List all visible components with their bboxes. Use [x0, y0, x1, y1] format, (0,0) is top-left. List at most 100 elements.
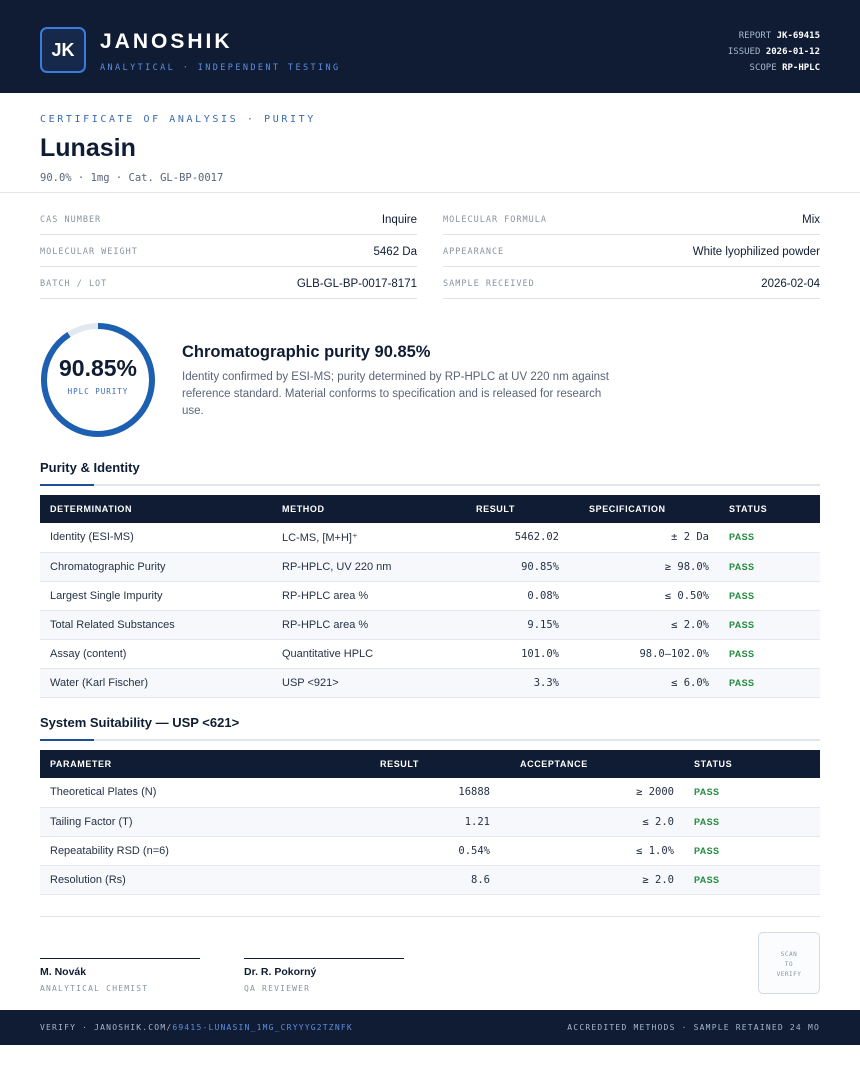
- table-row: Repeatability RSD (n=6) 0.54% ≤ 1.0% PAS…: [40, 836, 820, 866]
- section-title-purity-identity: Purity & Identity: [40, 460, 140, 475]
- brand-tagline: ANALYTICAL · INDEPENDENT TESTING: [100, 63, 341, 73]
- info-label: SAMPLE RECEIVED: [443, 279, 535, 289]
- status-badge: PASS: [684, 807, 820, 837]
- info-label: MOLECULAR FORMULA: [443, 215, 547, 225]
- info-value: Mix: [802, 214, 820, 226]
- scope-label: SCOPE: [749, 63, 777, 73]
- column-header: SPECIFICATION: [569, 495, 719, 523]
- qr-text: TO: [784, 961, 794, 968]
- info-label: BATCH / LOT: [40, 279, 108, 289]
- cell-acceptance: ≤ 2.0: [500, 807, 684, 837]
- status-badge: PASS: [719, 581, 820, 611]
- table-row: Chromatographic Purity RP-HPLC, UV 220 n…: [40, 552, 820, 582]
- status-badge: PASS: [719, 552, 820, 582]
- table-header-row: DETERMINATION METHOD RESULT SPECIFICATIO…: [40, 495, 820, 523]
- cell-method: RP-HPLC area %: [272, 581, 432, 611]
- section-rule-accent: [40, 739, 94, 741]
- signature-role: QA REVIEWER: [244, 984, 311, 993]
- issued-date: 2026-01-12: [765, 47, 820, 57]
- table-row: Total Related Substances RP-HPLC area % …: [40, 610, 820, 640]
- cell-result: 9.15%: [432, 610, 569, 640]
- cell-result: 16888: [350, 778, 500, 808]
- status-badge: PASS: [719, 523, 820, 553]
- verify-text: VERIFY · JANOSHIK.COM/69415-LUNASIN_1MG_…: [40, 1023, 353, 1032]
- header-bar: JK JANOSHIK ANALYTICAL · INDEPENDENT TES…: [0, 0, 860, 93]
- signature-name: Dr. R. Pokorný: [244, 966, 317, 978]
- page-title: Lunasin: [40, 134, 136, 162]
- qr-text: VERIFY: [776, 971, 802, 978]
- column-header: METHOD: [272, 495, 432, 523]
- signature-line: [40, 958, 200, 959]
- cell-method: USP <921>: [272, 668, 432, 698]
- table-header-row: PARAMETER RESULT ACCEPTANCE STATUS: [40, 750, 820, 778]
- cell-acceptance: ≥ 2000: [500, 778, 684, 808]
- column-header: RESULT: [432, 495, 569, 523]
- cell-method: Quantitative HPLC: [272, 639, 432, 669]
- status-badge: PASS: [684, 865, 820, 895]
- column-header: RESULT: [350, 750, 500, 778]
- section-title-system-suitability: System Suitability — USP <621>: [40, 715, 240, 730]
- purity-identity-table: DETERMINATION METHOD RESULT SPECIFICATIO…: [40, 495, 820, 698]
- cell-result: 8.6: [350, 865, 500, 895]
- cell-determination: Chromatographic Purity: [40, 552, 272, 582]
- cell-parameter: Repeatability RSD (n=6): [40, 836, 350, 866]
- cell-result: 101.0%: [432, 639, 569, 669]
- status-badge: PASS: [719, 639, 820, 669]
- footer-note: ACCREDITED METHODS · SAMPLE RETAINED 24 …: [567, 1023, 820, 1032]
- cell-result: 0.54%: [350, 836, 500, 866]
- cell-parameter: Tailing Factor (T): [40, 807, 350, 837]
- info-value: 5462 Da: [373, 246, 417, 258]
- verify-link[interactable]: 69415-LUNASIN_1MG_CRYYYG2TZNFK: [172, 1023, 353, 1032]
- cell-specification: 98.0–102.0%: [569, 639, 719, 669]
- cell-specification: ≤ 2.0%: [569, 610, 719, 640]
- cell-result: 5462.02: [432, 523, 569, 553]
- brand-name: JANOSHIK: [100, 30, 233, 53]
- qr-text: SCAN: [780, 951, 798, 958]
- info-appearance: APPEARANCE White lyophilized powder: [443, 235, 820, 267]
- cell-specification: ≤ 0.50%: [569, 581, 719, 611]
- gauge-value: 90.85%: [58, 355, 137, 381]
- purity-description: Identity confirmed by ESI-MS; purity det…: [182, 371, 609, 417]
- signature-name: M. Novák: [40, 966, 87, 978]
- table-row: Assay (content) Quantitative HPLC 101.0%…: [40, 639, 820, 669]
- cell-specification: ≤ 6.0%: [569, 668, 719, 698]
- cell-result: 3.3%: [432, 668, 569, 698]
- cell-acceptance: ≤ 1.0%: [500, 836, 684, 866]
- info-value: 2026-02-04: [761, 278, 820, 290]
- column-header: DETERMINATION: [40, 495, 272, 523]
- qr-code[interactable]: SCAN TO VERIFY: [758, 932, 820, 994]
- column-header: STATUS: [684, 750, 820, 778]
- product-subtitle: 90.0% · 1mg · Cat. GL-BP-0017: [40, 172, 224, 184]
- purity-headline: Chromatographic purity 90.85%: [182, 343, 431, 361]
- cell-result: 90.85%: [432, 552, 569, 582]
- table-row: Tailing Factor (T) 1.21 ≤ 2.0 PASS: [40, 807, 820, 837]
- report-meta: REPORT JK-69415 ISSUED 2026-01-12 SCOPE …: [728, 28, 820, 76]
- table-row: Theoretical Plates (N) 16888 ≥ 2000 PASS: [40, 778, 820, 808]
- info-value: GLB-GL-BP-0017-8171: [296, 278, 417, 290]
- issued-label: ISSUED: [727, 47, 761, 57]
- table-row: Resolution (Rs) 8.6 ≥ 2.0 PASS: [40, 865, 820, 895]
- cell-method: RP-HPLC, UV 220 nm: [272, 552, 432, 582]
- cell-determination: Water (Karl Fischer): [40, 668, 272, 698]
- info-label: CAS NUMBER: [40, 215, 102, 225]
- gauge-label: HPLC PURITY: [67, 387, 129, 396]
- cell-determination: Total Related Substances: [40, 610, 272, 640]
- section-rule: [40, 484, 820, 486]
- cell-parameter: Theoretical Plates (N): [40, 778, 350, 808]
- section-rule: [40, 739, 820, 741]
- cell-method: LC-MS, [M+H]⁺: [272, 523, 432, 553]
- system-suitability-table: PARAMETER RESULT ACCEPTANCE STATUS Theor…: [40, 750, 820, 895]
- info-batch: BATCH / LOT GLB-GL-BP-0017-8171: [40, 267, 417, 299]
- table-row: Identity (ESI-MS) LC-MS, [M+H]⁺ 5462.02 …: [40, 523, 820, 553]
- divider: [0, 192, 860, 193]
- cell-method: RP-HPLC area %: [272, 610, 432, 640]
- info-label: MOLECULAR WEIGHT: [40, 247, 138, 257]
- status-badge: PASS: [684, 778, 820, 808]
- status-badge: PASS: [684, 836, 820, 866]
- cell-acceptance: ≥ 2.0: [500, 865, 684, 895]
- divider: [40, 916, 820, 917]
- info-formula: MOLECULAR FORMULA Mix: [443, 203, 820, 235]
- cell-determination: Identity (ESI-MS): [40, 523, 272, 553]
- scope-value: RP-HPLC: [782, 63, 820, 73]
- section-rule-accent: [40, 484, 94, 486]
